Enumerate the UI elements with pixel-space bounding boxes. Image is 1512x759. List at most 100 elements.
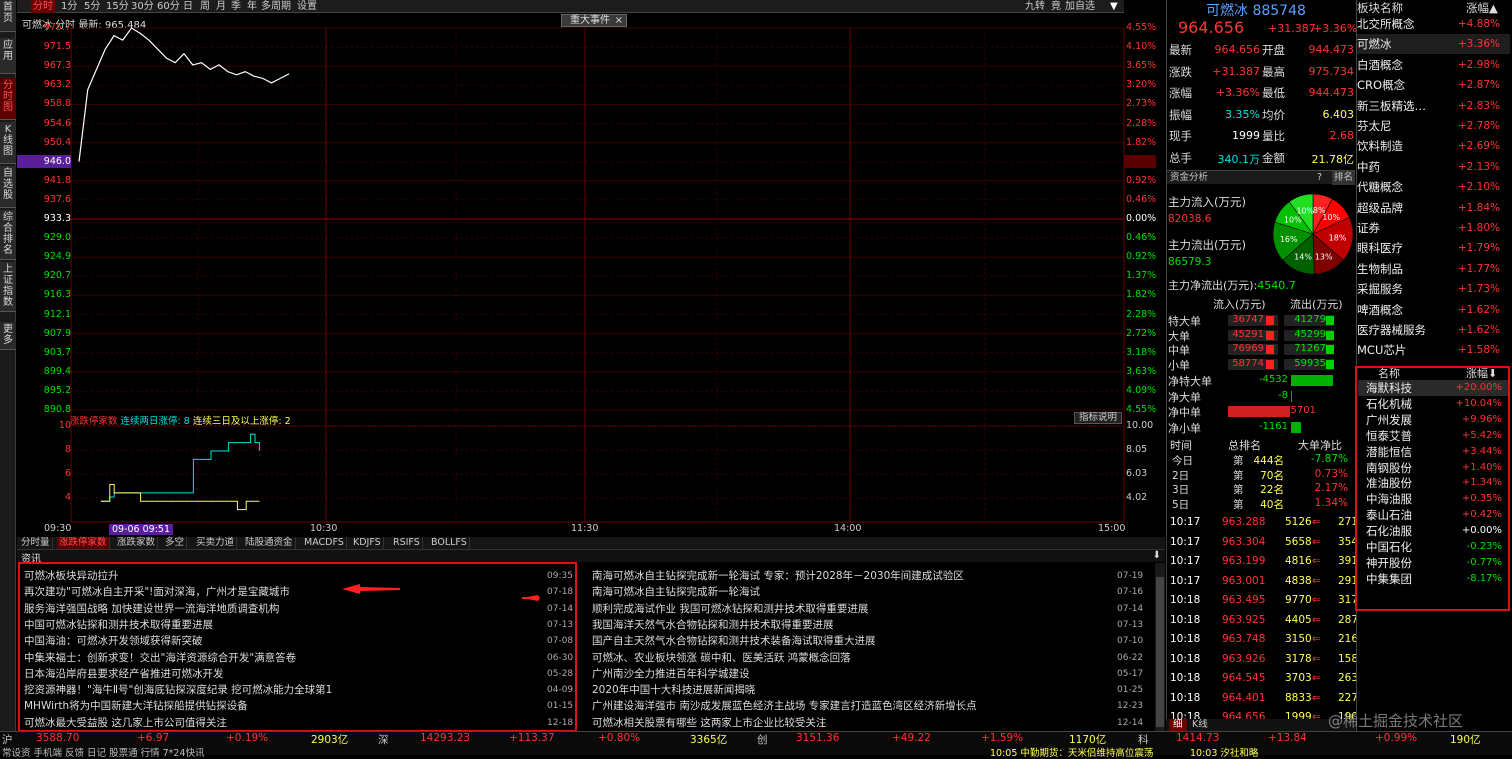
news-item-right[interactable]: 国产自主天然气水合物钻探和测井技术装备海试取得重大进展: [592, 633, 1107, 649]
news-item-right[interactable]: 可燃冰、农业板块领涨 碳中和、医美活跃 鸿蒙概念回落: [592, 650, 1107, 666]
sector-name[interactable]: 白酒概念: [1357, 55, 1403, 75]
tab-bollfs[interactable]: BOLLFS: [429, 537, 470, 549]
download-icon[interactable]: ⬇: [1153, 550, 1161, 561]
stock-name[interactable]: 潜能恒信: [1366, 444, 1412, 460]
quote-value: 340.1万: [1217, 152, 1261, 166]
stock-name[interactable]: 准油股份: [1366, 475, 1412, 491]
news-item-right[interactable]: 可燃冰相关股票有哪些 这两家上市企业比较受关注: [592, 715, 1107, 731]
news-item-right[interactable]: 南海可燃冰自主钻探完成新一轮海试 专家：预计2028年－2030年间建成试验区: [592, 568, 1107, 584]
tab-tick-detail[interactable]: 细: [1169, 719, 1187, 731]
sz-amount: 3365亿: [690, 734, 728, 746]
sector-name[interactable]: CRO概念: [1357, 75, 1405, 95]
sector-name[interactable]: 啤酒概念: [1357, 300, 1403, 320]
news-item-left[interactable]: 可燃冰最大受益股 这几家上市公司值得关注: [24, 715, 529, 731]
stock-change-head[interactable]: 涨幅⬇: [1466, 365, 1497, 381]
news-item-right[interactable]: 我国海洋天然气水合物钻探和测井技术取得重要进展: [592, 617, 1107, 633]
inflow-bar: [1266, 345, 1274, 354]
indicator-help-button[interactable]: 指标说明: [1074, 412, 1122, 424]
quick-links[interactable]: 常设资 手机端 反馈 日记 股票通 行情 7*24快讯: [2, 745, 205, 759]
news-item-right[interactable]: 南海可燃冰自主钻探完成新一轮海试: [592, 584, 1107, 600]
stock-name[interactable]: 中国石化: [1366, 539, 1412, 555]
pie-slice-label: 18%: [1329, 234, 1347, 243]
outflow-bar: [1326, 345, 1334, 354]
news-item-right[interactable]: 广州建设海洋强市 南沙成发展蓝色经济主战场 专家建言打造蓝色湾区经济新增长点: [592, 698, 1107, 714]
tick-price: 963.288: [1222, 516, 1266, 528]
sz-label: 深: [378, 734, 389, 746]
net-value: -8: [1278, 389, 1288, 401]
sector-name[interactable]: 中药: [1357, 157, 1380, 177]
tab-long-short[interactable]: 多空: [163, 537, 188, 549]
tab-rsifs[interactable]: RSIFS: [391, 537, 423, 549]
stock-name[interactable]: 南钢股份: [1366, 460, 1412, 476]
sector-name[interactable]: 可燃冰: [1357, 34, 1392, 54]
news-item-left[interactable]: 挖资源神器！"海牛Ⅱ号"创海底钻探深度纪录 挖可燃冰能力全球第1: [24, 682, 529, 698]
pct-tick-label: 3.18%: [1126, 346, 1157, 358]
sector-name[interactable]: 采掘服务: [1357, 279, 1403, 299]
sector-name[interactable]: 新三板精选…: [1357, 96, 1426, 116]
sector-name[interactable]: 代糖概念: [1357, 177, 1403, 197]
stock-name[interactable]: 泰山石油: [1366, 507, 1412, 523]
stock-name[interactable]: 中海油服: [1366, 491, 1412, 507]
news-scroll-thumb[interactable]: [1156, 577, 1164, 727]
price-pct: +3.36%: [1313, 22, 1358, 35]
stock-name[interactable]: 海默科技: [1366, 380, 1412, 396]
tab-updown-count[interactable]: 涨跌家数: [115, 537, 159, 549]
sector-name[interactable]: 北交所概念: [1357, 14, 1415, 34]
stock-name[interactable]: 石化机械: [1366, 396, 1412, 412]
price-tick-label: 920.7: [43, 270, 71, 282]
stock-name[interactable]: 中集集团: [1366, 571, 1412, 587]
quote-label: 现手: [1169, 129, 1192, 143]
sector-name[interactable]: 医疗器械服务: [1357, 320, 1426, 340]
news-item-left[interactable]: 中集来福士：创新求变！交出"海洋资源综合开发"满意答卷: [24, 650, 529, 666]
stock-name[interactable]: 广州发展: [1366, 412, 1412, 428]
tab-macdfs[interactable]: MACDFS: [302, 537, 347, 549]
sector-name[interactable]: 眼科医疗: [1357, 238, 1403, 258]
sector-name[interactable]: 饮料制造: [1357, 136, 1403, 156]
sector-change: +2.69%: [1457, 140, 1500, 153]
rank-button[interactable]: 排名: [1332, 171, 1355, 185]
time-axis-label: 14:00: [834, 523, 862, 534]
tick-count: 354: [1338, 535, 1356, 548]
news-item-right[interactable]: 顺利完成海试作业 我国可燃冰钻探和测井技术取得重要进展: [592, 601, 1107, 617]
help-icon[interactable]: ?: [1317, 171, 1322, 185]
legend-three-day: 连续三日及以上涨停: 2: [192, 416, 291, 427]
flash-news-1[interactable]: 10:05 中勤期货：天米侣维持高位震荡: [990, 745, 1153, 759]
sector-change: +1.80%: [1457, 222, 1500, 234]
watermark: @稀土掘金技术社区: [1328, 712, 1464, 730]
news-item-left[interactable]: 中国可燃冰钻探和测井技术取得重要进展: [24, 617, 529, 633]
stock-name[interactable]: 神开股份: [1366, 555, 1412, 571]
news-item-right[interactable]: 广州南沙全力推进百年科学城建设: [592, 666, 1107, 682]
news-scrollbar[interactable]: [1155, 563, 1165, 731]
price-tick-label: 899.4: [43, 365, 71, 377]
price-tick-label: 916.3: [43, 289, 71, 301]
rank-number: 444名: [1253, 455, 1284, 467]
time-axis-label: 10:30: [310, 523, 338, 534]
tab-buy-sell-power[interactable]: 买卖力道: [194, 537, 238, 549]
news-item-left[interactable]: 中国海油：可燃冰开发领域获得新突破: [24, 633, 529, 649]
news-date-left: 06-30: [547, 652, 574, 663]
news-date-right: 07-16: [1117, 587, 1144, 598]
news-item-left[interactable]: 日本海沿岸府县要求经产省推进可燃冰开发: [24, 666, 529, 682]
stock-name[interactable]: 石化油服: [1366, 523, 1412, 539]
price-tick-label: 924.9: [43, 251, 71, 263]
tab-volume[interactable]: 分时量: [19, 537, 53, 549]
sector-name[interactable]: 证券: [1357, 218, 1380, 238]
tab-hk-connect[interactable]: 陆股通资金: [243, 537, 296, 549]
quote-label: 量比: [1262, 129, 1285, 143]
tick-volume: 3150: [1285, 633, 1312, 645]
tab-kdjfs[interactable]: KDJFS: [351, 537, 384, 549]
flash-news-2[interactable]: 10:03 汐社和略: [1190, 745, 1258, 759]
tab-tick-kline[interactable]: K线: [1192, 719, 1208, 731]
tick-price: 963.926: [1222, 652, 1266, 665]
sector-name[interactable]: 芬太尼: [1357, 116, 1392, 136]
sector-name[interactable]: 生物制品: [1357, 259, 1403, 279]
news-date-right: 07-19: [1117, 571, 1144, 581]
news-item-left[interactable]: MHWirth将为中国新建大洋钻探船提供钻探设备: [24, 698, 529, 714]
sector-name[interactable]: MCU芯片: [1357, 340, 1406, 360]
tab-limit-count[interactable]: 涨跌停家数: [57, 537, 110, 549]
net-value: 5701: [1290, 405, 1316, 416]
price-line: [78, 27, 290, 162]
news-item-right[interactable]: 2020年中国十大科技进展新闻揭晓: [592, 682, 1107, 698]
stock-name[interactable]: 恒泰艾普: [1366, 428, 1412, 444]
sector-name[interactable]: 超级品牌: [1357, 198, 1403, 218]
